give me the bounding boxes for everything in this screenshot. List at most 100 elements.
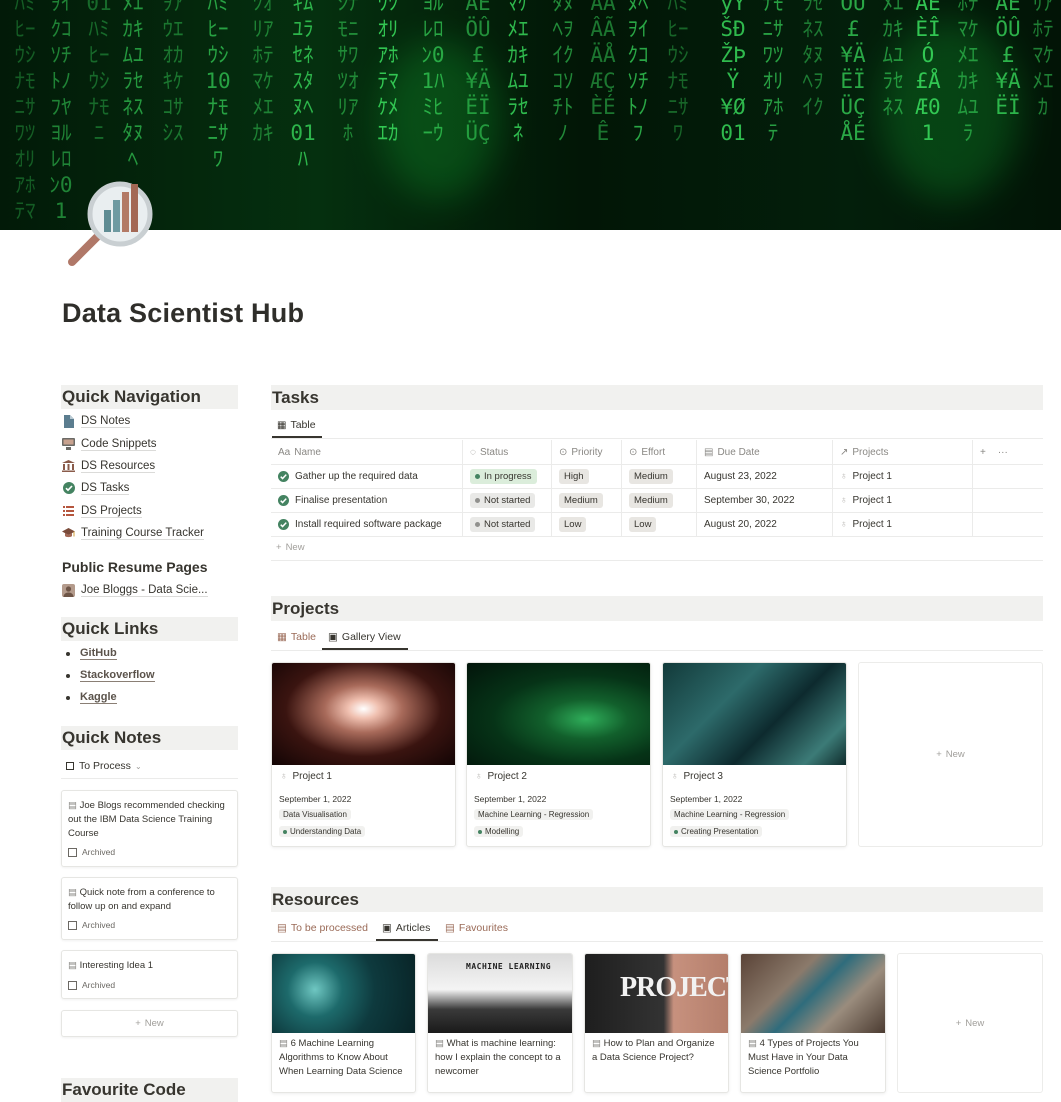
avatar-icon <box>62 583 75 597</box>
check-circle-icon <box>62 482 75 495</box>
column-header-name[interactable]: Aa Name <box>271 440 463 464</box>
magnifier-chart-icon[interactable] <box>58 170 162 274</box>
project-relation: Project 1 <box>852 470 892 482</box>
table-row[interactable]: Finalise presentation Not started Medium… <box>271 488 1043 513</box>
project-status-tag: Modelling <box>474 826 524 837</box>
link-item-kaggle[interactable]: Kaggle <box>66 691 117 704</box>
link-item-github[interactable]: GitHub <box>66 647 117 660</box>
projects-tab-table[interactable]: ▦ Table <box>277 631 316 643</box>
nav-item-joe-bloggs-resume[interactable]: Joe Bloggs - Data Scie... <box>62 580 208 600</box>
column-header-due-date[interactable]: ▤ Due Date <box>697 440 833 464</box>
document-icon: ▤ <box>592 1038 604 1049</box>
status-badge: Not started <box>470 516 536 532</box>
task-name: Finalise presentation <box>295 494 388 506</box>
tasks-heading: Tasks <box>271 385 1043 410</box>
plus-icon: + <box>955 1017 962 1029</box>
project-card[interactable]: ♁ Project 1 September 1, 2022 Data Visual… <box>271 662 456 847</box>
resources-new-button[interactable]: + New <box>897 953 1043 1093</box>
note-card[interactable]: ▤ Joe Blogs recommended checking out the… <box>61 790 238 867</box>
document-icon <box>62 414 75 428</box>
stackoverflow-link[interactable]: Stackoverflow <box>80 669 155 682</box>
resource-cover-image <box>741 954 885 1033</box>
resource-card[interactable]: MACHINE LEARNING ▤ What is machine learn… <box>427 953 573 1093</box>
column-header-status[interactable]: ◌ Status <box>463 440 552 464</box>
projects-tab-gallery[interactable]: ▣ Gallery View <box>328 631 401 643</box>
github-link[interactable]: GitHub <box>80 647 117 660</box>
column-header-projects[interactable]: ↗ Projects <box>833 440 973 464</box>
resources-tab-articles[interactable]: ▣ Articles <box>382 922 430 934</box>
resource-title: How to Plan and Organize a Data Science … <box>592 1038 715 1063</box>
add-column-icon[interactable]: + <box>980 447 986 458</box>
nav-item-training-course-tracker[interactable]: Training Course Tracker <box>62 523 204 543</box>
nav-item-ds-resources[interactable]: DS Resources <box>62 456 156 476</box>
project-title: Project 1 <box>292 771 332 782</box>
public-resume-heading: Public Resume Pages <box>62 559 208 575</box>
due-date: August 23, 2022 <box>704 470 777 482</box>
table-row[interactable]: Install required software package Not st… <box>271 512 1043 537</box>
project-blocks-text: PROJECT <box>620 972 728 1003</box>
project-status-tag: Understanding Data <box>279 826 366 837</box>
select-icon: ⊙ <box>559 446 568 458</box>
project-status-tag: Creating Presentation <box>670 826 763 837</box>
project-date: September 1, 2022 <box>474 794 547 804</box>
priority-badge: Low <box>559 516 587 532</box>
select-icon: ⊙ <box>629 446 638 458</box>
resources-tab-favourites[interactable]: ▤ Favourites <box>445 922 508 934</box>
nav-item-code-snippets[interactable]: Code Snippets <box>62 434 157 454</box>
quick-notes-view-tab[interactable]: To Process ⌄ <box>66 760 142 772</box>
resource-card[interactable]: PROJECT ▤ How to Plan and Organize a Dat… <box>584 953 729 1093</box>
resource-cover-image: MACHINE LEARNING <box>428 954 572 1033</box>
checkbox-icon[interactable] <box>68 847 77 857</box>
projects-heading: Projects <box>271 596 1043 621</box>
kaggle-link[interactable]: Kaggle <box>80 691 117 704</box>
resource-cover-image <box>272 954 415 1033</box>
nav-item-ds-projects[interactable]: DS Projects <box>62 501 142 521</box>
note-icon: ▤ <box>68 960 80 971</box>
nav-item-ds-tasks[interactable]: DS Tasks <box>62 478 130 498</box>
board-icon: ▤ <box>277 922 287 934</box>
column-header-priority[interactable]: ⊙ Priority <box>552 440 622 464</box>
note-card[interactable]: ▤ Quick note from a conference to follow… <box>61 877 238 940</box>
project-relation: Project 1 <box>852 518 892 530</box>
note-card[interactable]: ▤ Interesting Idea 1 Archived <box>61 950 238 999</box>
chevron-down-icon: ⌄ <box>134 761 142 771</box>
gallery-icon: ▣ <box>382 922 392 934</box>
status-badge: Not started <box>470 492 536 508</box>
column-header-effort[interactable]: ⊙ Effort <box>622 440 697 464</box>
resource-cover-image: PROJECT <box>585 954 728 1033</box>
tasks-new-row[interactable]: + New <box>271 536 1043 561</box>
table-row[interactable]: Gather up the required data In progress … <box>271 464 1043 489</box>
project-card[interactable]: ♁ Project 3 September 1, 2022 Machine Lea… <box>662 662 847 847</box>
plus-icon: + <box>276 542 282 553</box>
nav-item-ds-notes[interactable]: DS Notes <box>62 411 131 431</box>
lightbulb-icon: ♁ <box>840 470 848 482</box>
tasks-tab-table[interactable]: ▦ Table <box>277 419 316 431</box>
resources-tab-to-be-processed[interactable]: ▤ To be processed <box>277 922 368 934</box>
priority-badge: High <box>559 468 589 484</box>
task-name: Install required software package <box>295 518 442 530</box>
checkbox-icon[interactable] <box>68 980 77 990</box>
project-tag: Machine Learning - Regression <box>670 809 790 820</box>
lightbulb-icon: ♁ <box>671 771 679 782</box>
computer-icon <box>62 438 75 451</box>
check-circle-icon <box>278 494 289 506</box>
effort-badge: Medium <box>629 468 673 484</box>
effort-badge: Low <box>629 516 657 532</box>
project-card[interactable]: ♁ Project 2 September 1, 2022 Machine Lea… <box>466 662 651 847</box>
bank-icon <box>62 460 75 473</box>
more-options-icon[interactable]: ··· <box>998 447 1008 458</box>
resource-card[interactable]: ▤ 6 Machine Learning Algorithms to Know … <box>271 953 416 1093</box>
link-item-stackoverflow[interactable]: Stackoverflow <box>66 669 155 682</box>
typewriter-paper-text: MACHINE LEARNING <box>466 962 552 971</box>
document-icon: ▤ <box>748 1038 760 1049</box>
projects-new-button[interactable]: + New <box>858 662 1043 847</box>
project-cover-image <box>272 663 455 765</box>
checkbox-icon[interactable] <box>68 920 77 930</box>
priority-badge: Medium <box>559 492 603 508</box>
project-tag: Data Visualisation <box>279 809 351 820</box>
text-icon: Aa <box>278 446 291 458</box>
due-date: August 20, 2022 <box>704 518 777 530</box>
project-title: Project 3 <box>683 771 723 782</box>
quick-notes-new-button[interactable]: + New <box>61 1010 238 1037</box>
resource-card[interactable]: ▤ 4 Types of Projects You Must Have in Y… <box>740 953 886 1093</box>
